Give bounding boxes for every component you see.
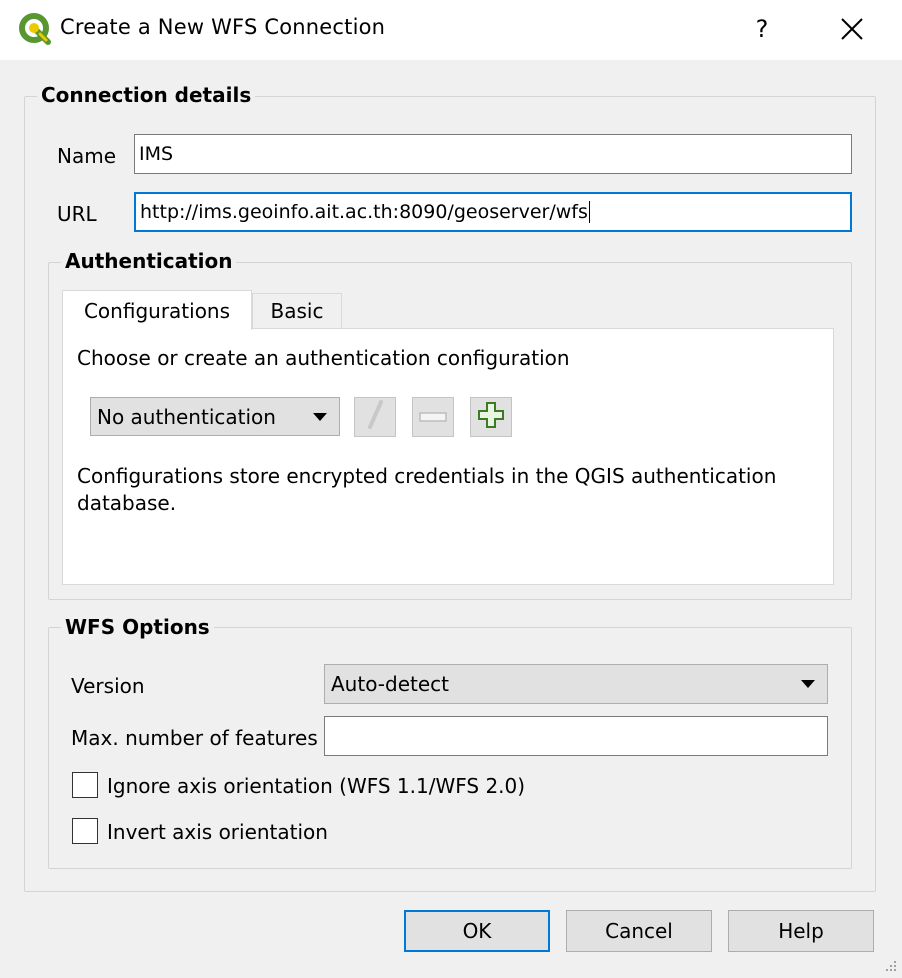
ok-button[interactable]: OK bbox=[404, 910, 550, 952]
version-label: Version bbox=[71, 674, 145, 698]
tab-configurations[interactable]: Configurations bbox=[62, 290, 252, 330]
max-features-input[interactable] bbox=[324, 716, 828, 756]
authentication-title: Authentication bbox=[61, 249, 237, 273]
url-label: URL bbox=[57, 202, 97, 226]
name-input[interactable]: IMS bbox=[134, 134, 852, 174]
chevron-down-icon bbox=[313, 412, 327, 421]
auth-config-combo[interactable]: No authentication bbox=[90, 397, 340, 436]
minus-icon bbox=[419, 405, 447, 429]
auth-info-line2: database. bbox=[77, 491, 177, 515]
url-input[interactable]: http://ims.geoinfo.ait.ac.th:8090/geoser… bbox=[134, 192, 852, 232]
qgis-logo-icon bbox=[18, 12, 52, 46]
invert-axis-checkbox[interactable] bbox=[72, 818, 98, 844]
name-label: Name bbox=[57, 144, 117, 168]
plus-icon bbox=[477, 401, 505, 434]
resize-grip-icon[interactable] bbox=[882, 954, 898, 971]
auth-info-line1: Configurations store encrypted credentia… bbox=[77, 464, 777, 488]
window-title: Create a New WFS Connection bbox=[60, 15, 386, 39]
wfs-options-title: WFS Options bbox=[61, 615, 214, 639]
tab-basic[interactable]: Basic bbox=[252, 293, 342, 329]
version-combo[interactable]: Auto-detect bbox=[324, 664, 828, 704]
connection-details-title: Connection details bbox=[37, 83, 256, 107]
name-value: IMS bbox=[139, 143, 174, 165]
ignore-axis-checkbox[interactable] bbox=[72, 772, 98, 798]
auth-config-value: No authentication bbox=[97, 404, 276, 429]
version-value: Auto-detect bbox=[331, 672, 450, 696]
auth-choose-text: Choose or create an authentication confi… bbox=[77, 346, 570, 370]
invert-axis-label: Invert axis orientation bbox=[107, 820, 328, 844]
help-button[interactable]: Help bbox=[728, 910, 874, 952]
cancel-button[interactable]: Cancel bbox=[566, 910, 712, 952]
max-features-label: Max. number of features bbox=[71, 726, 318, 750]
remove-config-button[interactable] bbox=[412, 397, 454, 437]
url-value: http://ims.geoinfo.ait.ac.th:8090/geoser… bbox=[140, 201, 588, 223]
ignore-axis-label: Ignore axis orientation (WFS 1.1/WFS 2.0… bbox=[107, 774, 526, 798]
chevron-down-icon bbox=[801, 680, 815, 688]
pencil-icon bbox=[363, 399, 387, 435]
help-icon[interactable]: ? bbox=[733, 0, 791, 58]
close-icon[interactable] bbox=[823, 0, 881, 58]
add-config-button[interactable] bbox=[470, 397, 512, 437]
edit-config-button[interactable] bbox=[354, 397, 396, 437]
